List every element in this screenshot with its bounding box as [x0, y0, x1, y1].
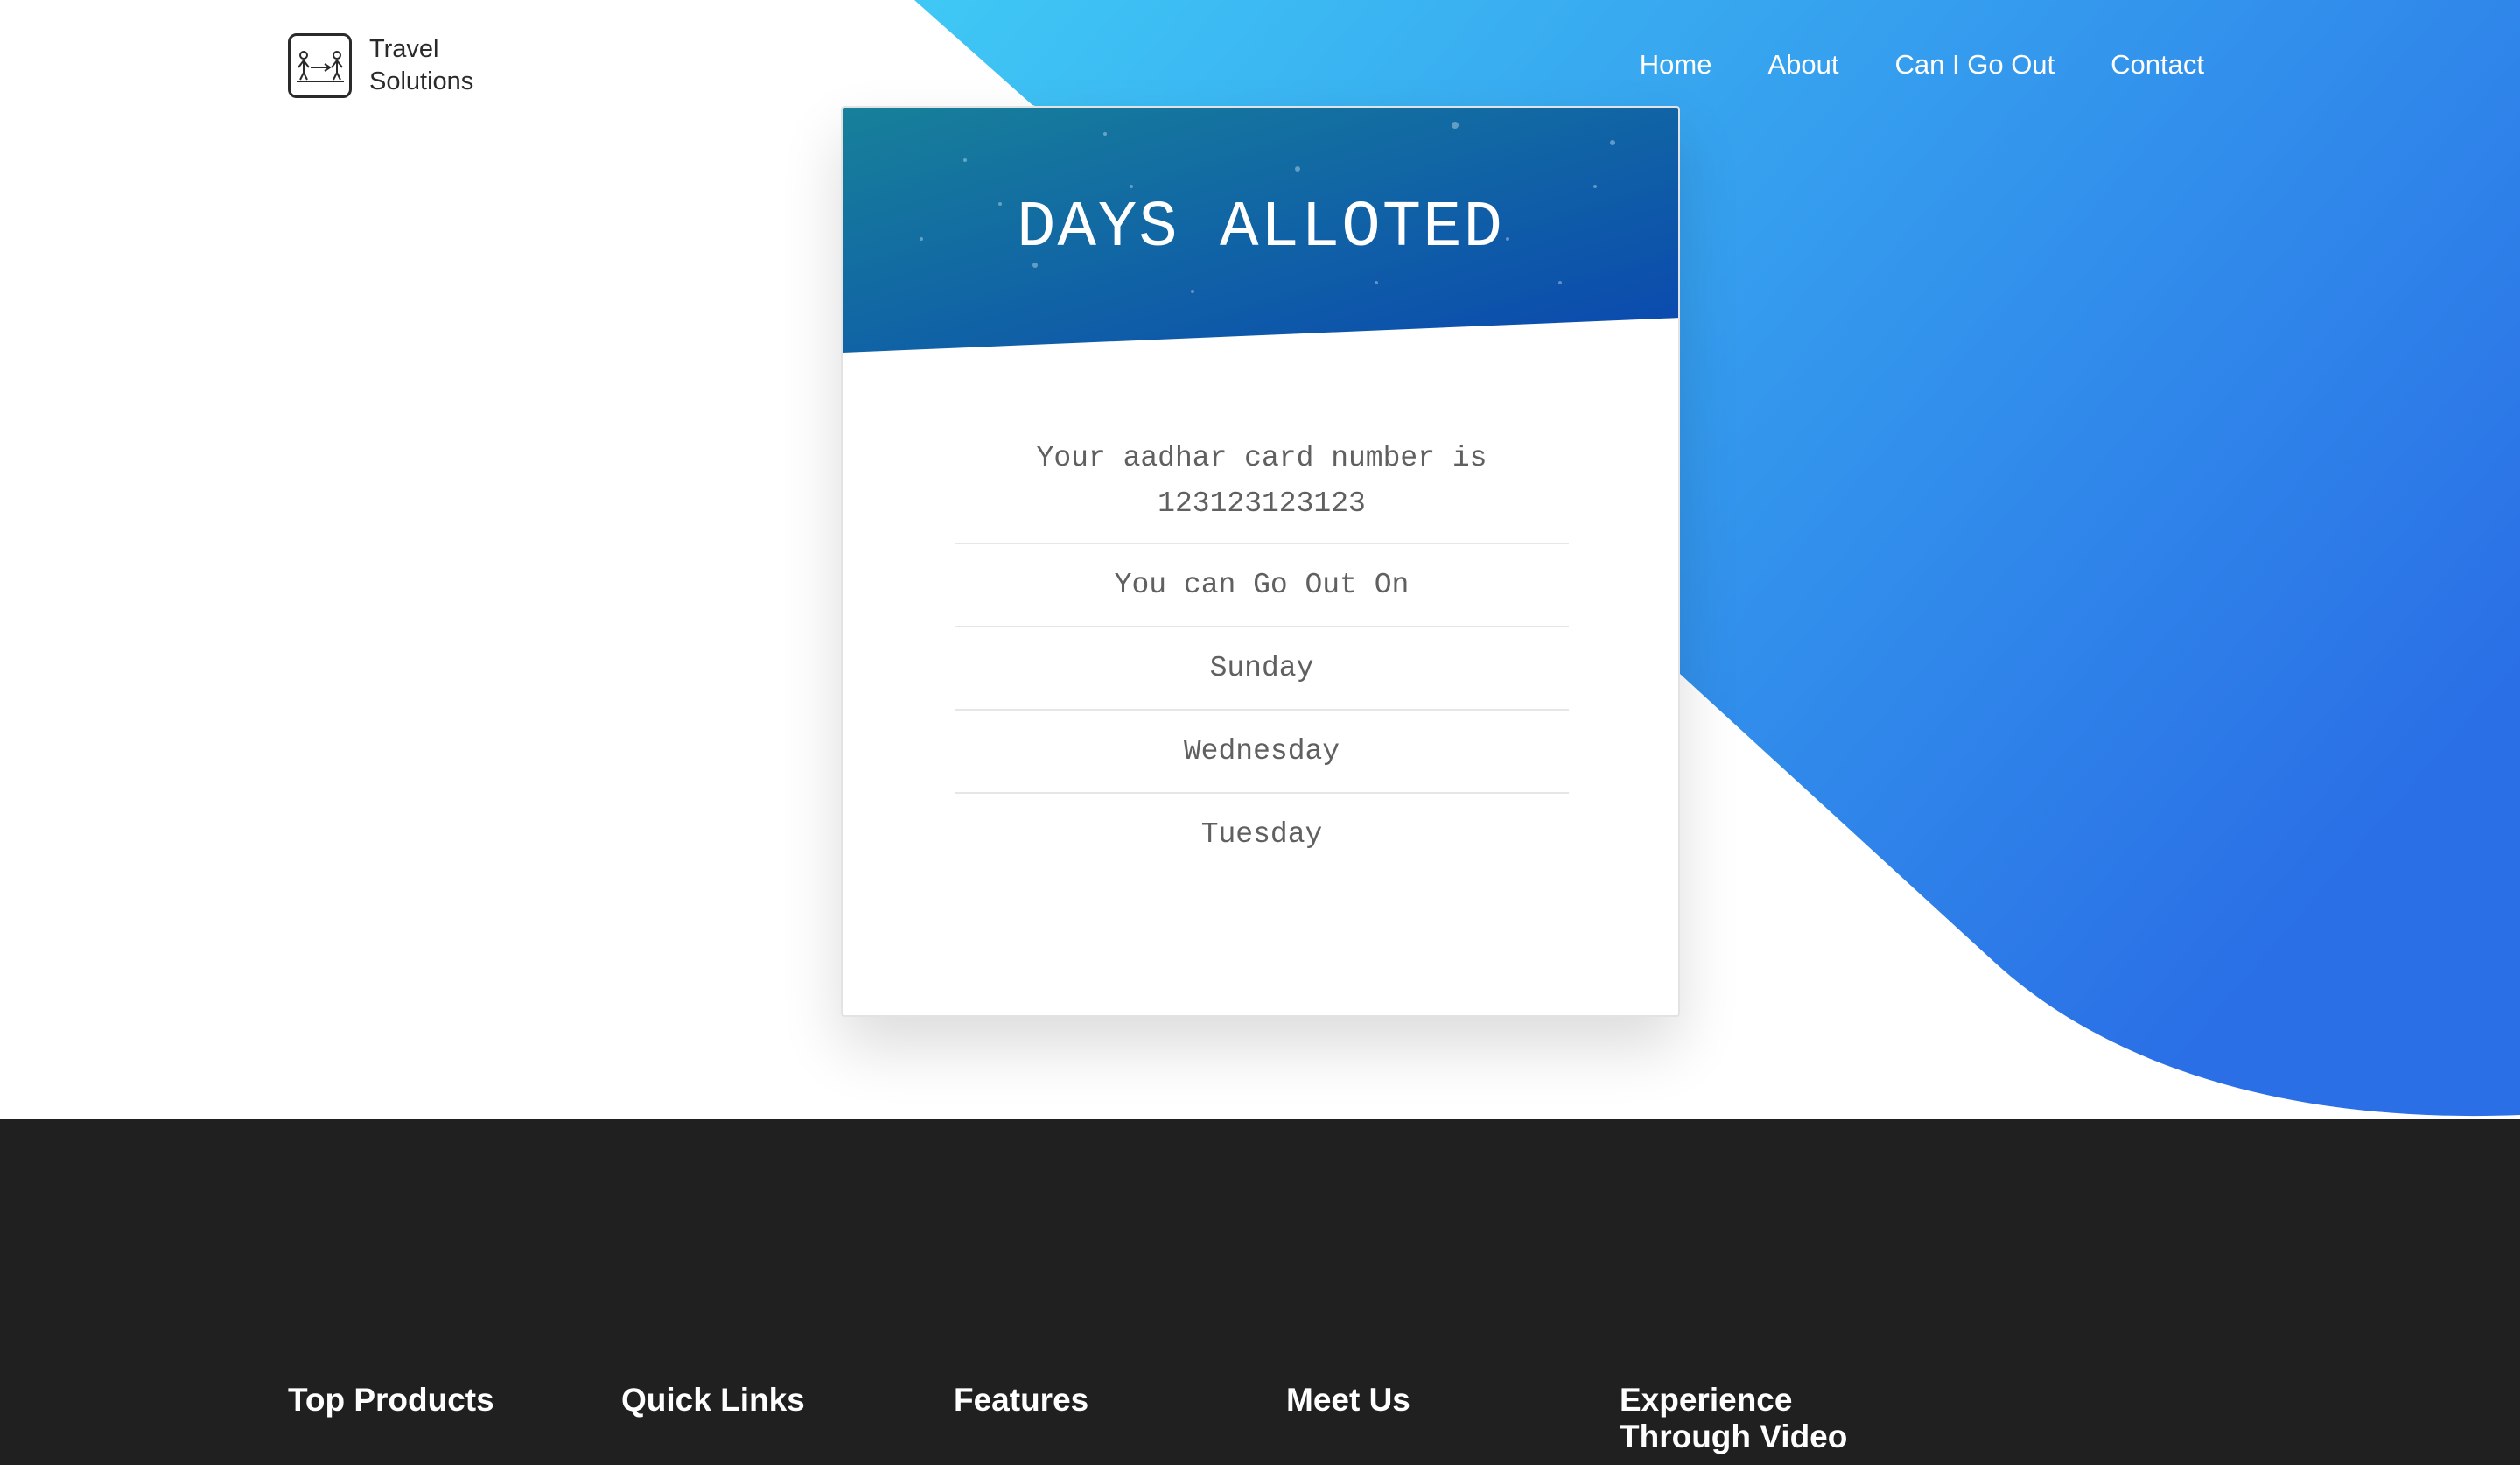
go-out-heading: You can Go Out On [955, 544, 1569, 627]
aadhar-info: Your aadhar card number is 123123123123 [955, 436, 1569, 544]
brand-line-1: Travel [369, 35, 439, 63]
nav-contact-link[interactable]: Contact [2110, 49, 2204, 81]
day-item: Wednesday [955, 711, 1569, 794]
card-title: DAYS ALLOTED [1017, 192, 1504, 265]
footer-heading-meet-us: Meet Us [1286, 1382, 1410, 1418]
footer-heading-top-products: Top Products [288, 1382, 494, 1418]
days-alloted-card: DAYS ALLOTED Your aadhar card number is … [841, 106, 1680, 1017]
travelers-icon [288, 33, 352, 98]
footer-heading-experience-video: Experience Through Video [1620, 1382, 1848, 1454]
day-item: Sunday [955, 627, 1569, 711]
nav-about-link[interactable]: About [1768, 49, 1839, 81]
brand-line-2: Solutions [369, 67, 474, 95]
brand-logo[interactable]: Travel Solutions [288, 33, 473, 98]
nav-can-i-go-out-link[interactable]: Can I Go Out [1895, 49, 2055, 81]
day-item: Tuesday [1200, 818, 1323, 851]
card-header: DAYS ALLOTED [843, 108, 1678, 354]
footer-heading-features: Features [954, 1382, 1089, 1418]
nav-home-link[interactable]: Home [1640, 49, 1712, 81]
footer: Top Products Quick Links Features Meet U… [0, 1119, 2520, 1465]
card-body: Your aadhar card number is 123123123123 … [955, 436, 1569, 875]
footer-heading-quick-links: Quick Links [621, 1382, 805, 1418]
main-nav: Home About Can I Go Out Contact [1584, 49, 2204, 81]
brand-name: Travel Solutions [369, 33, 473, 98]
